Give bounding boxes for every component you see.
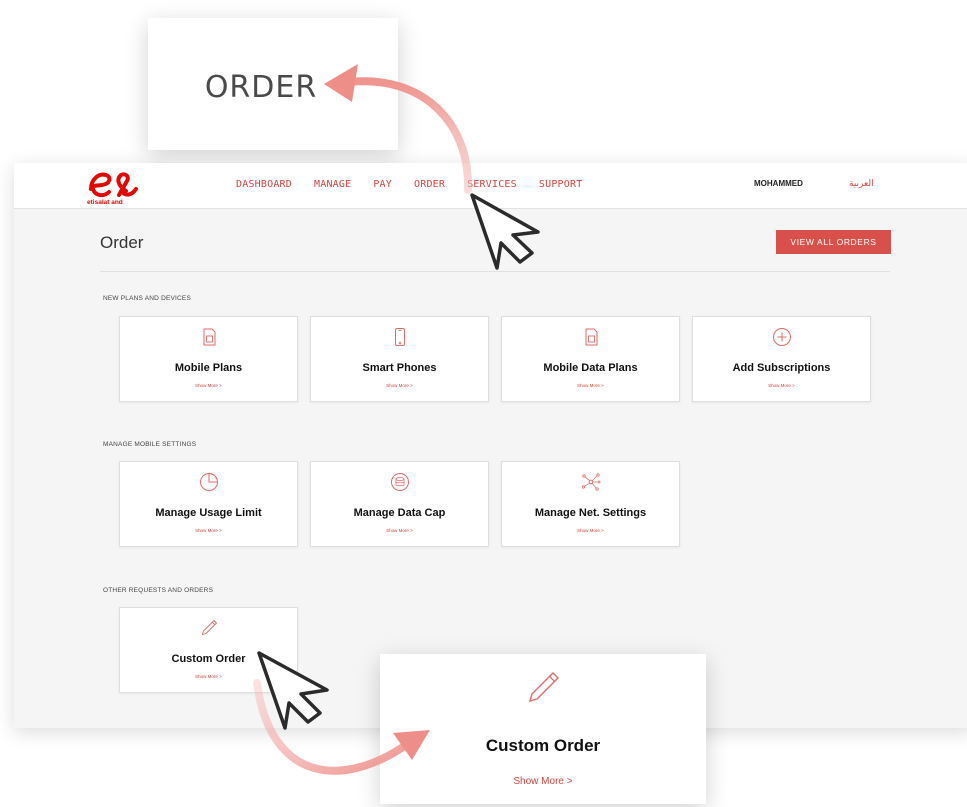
card-manage-net-settings[interactable]: Manage Net. Settings Show More > bbox=[501, 461, 680, 547]
etisalat-logo[interactable]: etisalat and bbox=[86, 167, 146, 207]
language-switch[interactable]: العربية bbox=[849, 178, 874, 189]
divider bbox=[100, 271, 890, 272]
card-title: Manage Net. Settings bbox=[534, 507, 647, 519]
sim-card-icon bbox=[585, 328, 597, 346]
card-mobile-data-plans[interactable]: Mobile Data Plans Show More > bbox=[501, 316, 680, 402]
order-zoom-label: ORDER bbox=[204, 69, 318, 105]
section-label-manage-mobile: MANAGE MOBILE SETTINGS bbox=[103, 441, 197, 448]
user-name[interactable]: MOHAMMED bbox=[754, 179, 803, 188]
callout-title: Custom Order bbox=[485, 736, 601, 755]
pencil-icon bbox=[201, 619, 217, 636]
show-more-link[interactable]: Show More > bbox=[120, 674, 297, 679]
card-title: Add Subscriptions bbox=[732, 362, 831, 374]
show-more-link[interactable]: Show More > bbox=[693, 383, 870, 388]
card-manage-data-cap[interactable]: Manage Data Cap Show More > bbox=[310, 461, 489, 547]
show-more-link[interactable]: Show More > bbox=[120, 383, 297, 388]
show-more-link[interactable]: Show More > bbox=[311, 383, 488, 388]
callout-show-more-link[interactable]: Show More > bbox=[380, 776, 706, 787]
card-manage-usage-limit[interactable]: Manage Usage Limit Show More > bbox=[119, 461, 298, 547]
main-nav: DASHBOARD MANAGE PAY ORDER SERVICES SUPP… bbox=[236, 179, 604, 190]
nav-dashboard[interactable]: DASHBOARD bbox=[236, 179, 292, 190]
nav-manage[interactable]: MANAGE bbox=[314, 179, 351, 190]
card-smart-phones[interactable]: Smart Phones Show More > bbox=[310, 316, 489, 402]
pencil-icon bbox=[528, 672, 559, 703]
view-all-orders-button[interactable]: VIEW ALL ORDERS bbox=[776, 230, 891, 254]
sim-card-icon bbox=[203, 328, 215, 346]
nav-order[interactable]: ORDER bbox=[414, 179, 445, 190]
order-zoom-callout: ORDER bbox=[148, 18, 398, 150]
card-title: Custom Order bbox=[171, 653, 246, 665]
network-icon bbox=[581, 473, 600, 491]
card-custom-order[interactable]: Custom Order Show More > bbox=[119, 607, 298, 693]
card-title: Mobile Data Plans bbox=[543, 362, 638, 374]
card-mobile-plans[interactable]: Mobile Plans Show More > bbox=[119, 316, 298, 402]
custom-order-zoom-callout: Custom Order Show More > bbox=[380, 654, 706, 804]
app-window: etisalat and DASHBOARD MANAGE PAY ORDER … bbox=[14, 163, 967, 728]
database-icon bbox=[390, 473, 409, 491]
top-navbar: etisalat and DASHBOARD MANAGE PAY ORDER … bbox=[14, 163, 967, 209]
pie-chart-icon bbox=[199, 473, 218, 491]
card-title: Manage Data Cap bbox=[353, 507, 446, 519]
nav-support[interactable]: SUPPORT bbox=[539, 179, 583, 190]
show-more-link[interactable]: Show More > bbox=[311, 528, 488, 533]
page-title: Order bbox=[100, 233, 144, 252]
section-label-other-requests: OTHER REQUESTS AND ORDERS bbox=[103, 587, 214, 594]
card-add-subscriptions[interactable]: Add Subscriptions Show More > bbox=[692, 316, 871, 402]
card-title: Manage Usage Limit bbox=[155, 507, 262, 519]
logo-text: etisalat and bbox=[87, 199, 123, 206]
nav-services[interactable]: SERVICES bbox=[467, 179, 517, 190]
card-title: Smart Phones bbox=[362, 362, 437, 374]
card-title: Mobile Plans bbox=[174, 362, 243, 374]
show-more-link[interactable]: Show More > bbox=[502, 528, 679, 533]
smartphone-icon bbox=[394, 328, 405, 346]
plus-circle-icon bbox=[772, 328, 791, 346]
section-label-new-plans: NEW PLANS AND DEVICES bbox=[103, 295, 191, 302]
nav-pay[interactable]: PAY bbox=[373, 179, 392, 190]
show-more-link[interactable]: Show More > bbox=[120, 528, 297, 533]
etisalat-logo-icon bbox=[89, 172, 138, 198]
show-more-link[interactable]: Show More > bbox=[502, 383, 679, 388]
